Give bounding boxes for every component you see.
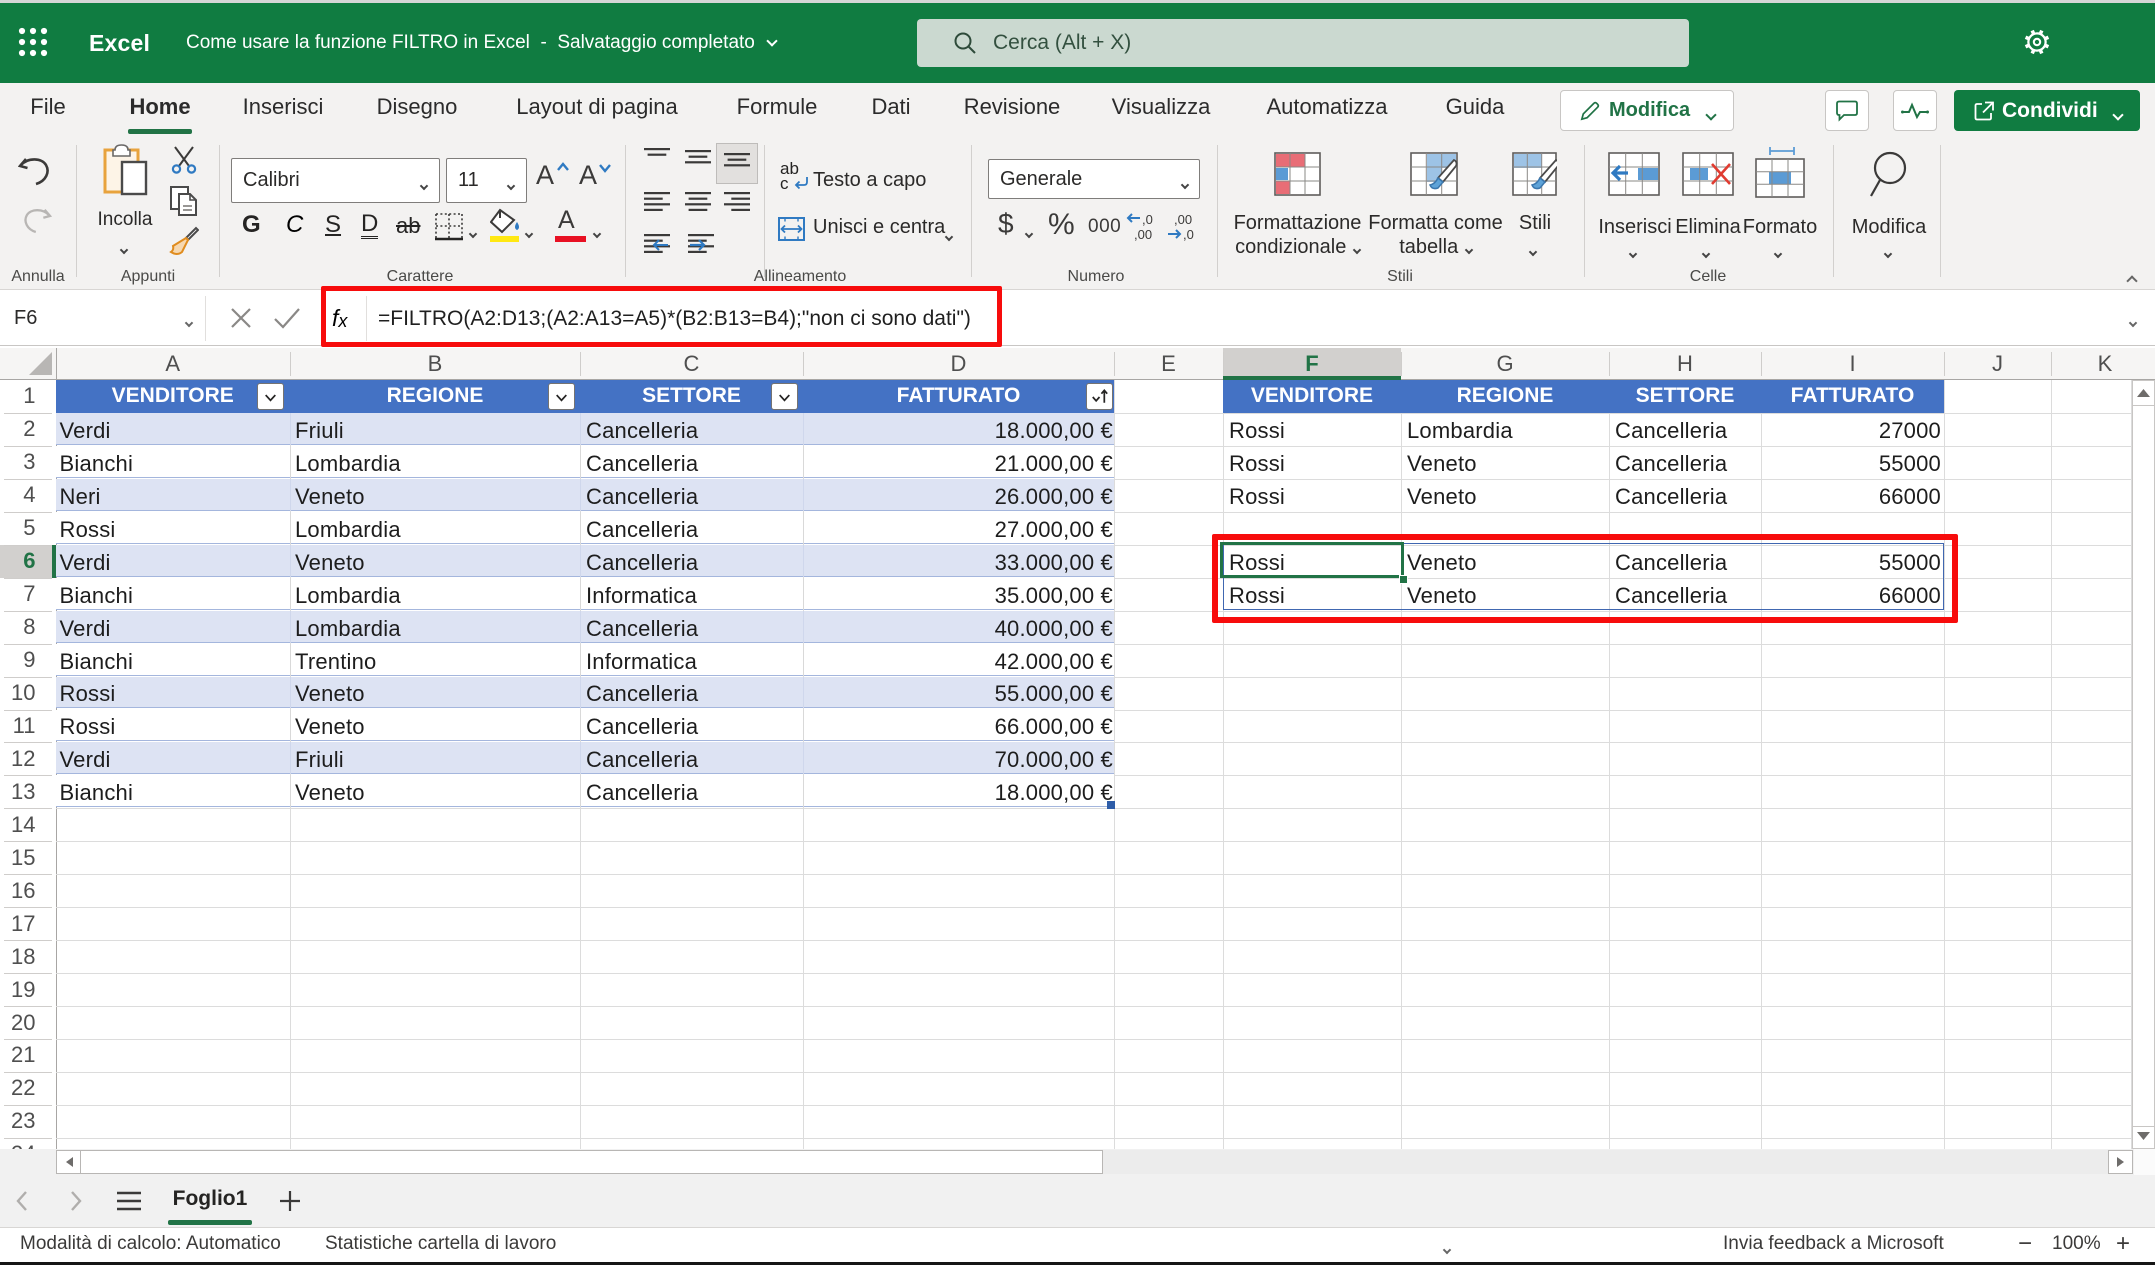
svg-text:,00: ,00 bbox=[1174, 212, 1192, 227]
svg-text:,0: ,0 bbox=[1183, 227, 1194, 242]
svg-text:,00: ,00 bbox=[1134, 227, 1152, 242]
svg-text:,0: ,0 bbox=[1142, 212, 1153, 227]
